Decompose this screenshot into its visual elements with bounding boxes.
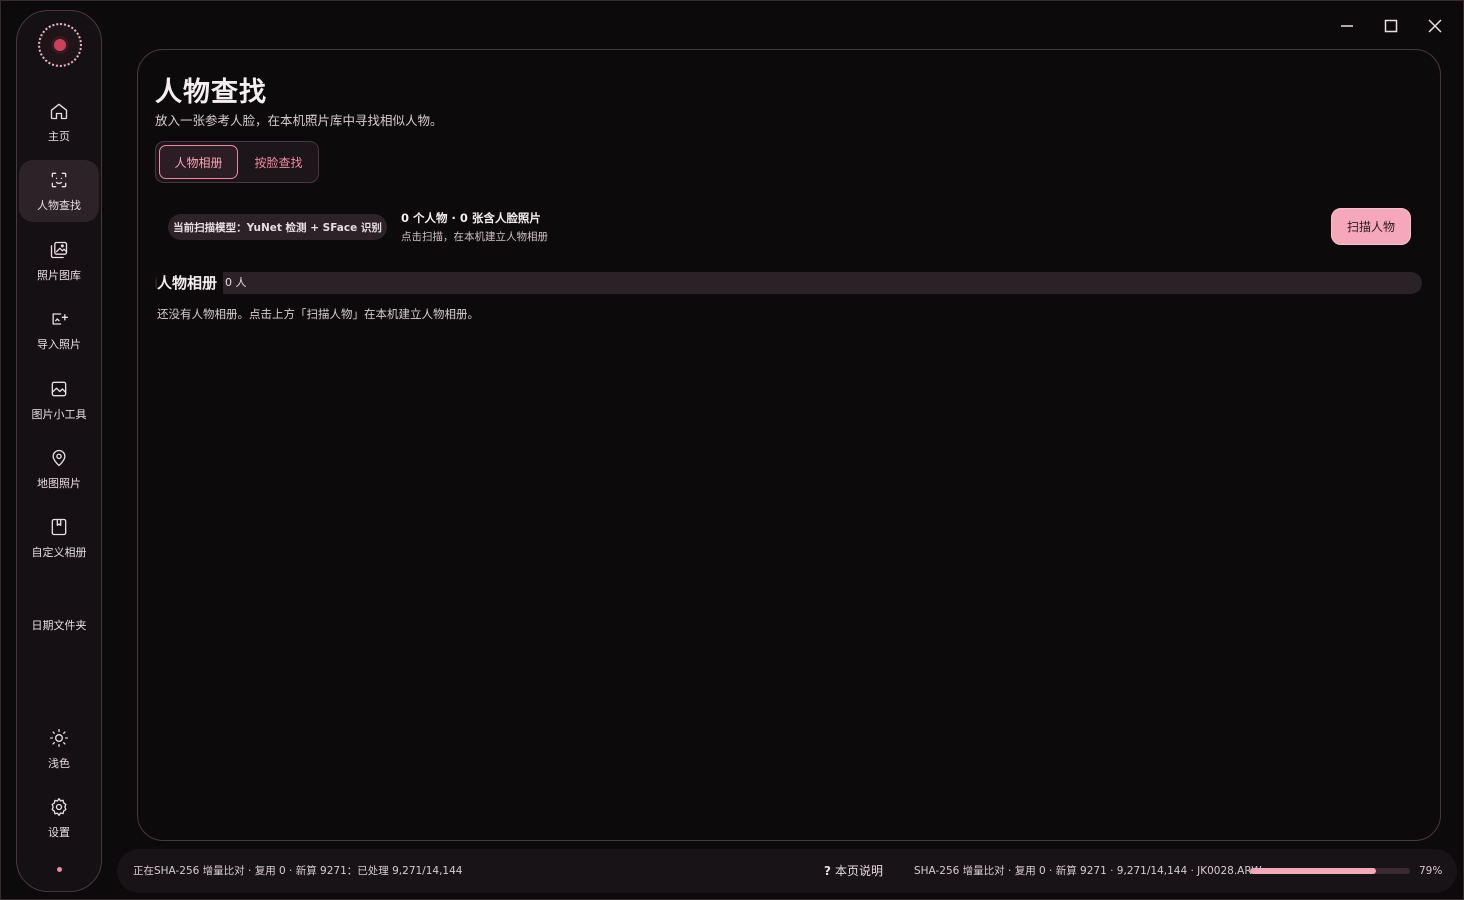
minimize-icon <box>1341 25 1353 27</box>
import-icon <box>48 308 70 330</box>
scan-model-badge: 当前扫描模型：YuNet 检测 + SFace 识别 <box>168 214 387 240</box>
sidebar-item-label: 设置 <box>48 826 70 839</box>
sidebar-item-light-theme[interactable]: 浅色 <box>19 718 99 780</box>
face-scan-icon <box>48 169 70 191</box>
album-section-title: 人物相册 <box>157 272 224 294</box>
close-icon <box>1428 19 1442 33</box>
sidebar-item-label: 图片小工具 <box>31 408 87 421</box>
sidebar-item-import[interactable]: 导入照片 <box>19 299 99 361</box>
maximize-button[interactable] <box>1378 13 1404 39</box>
status-bar: 正在SHA-256 增量比对 · 复用 0 · 新算 9271：已处理 9,27… <box>117 849 1457 893</box>
progress-percent: 79% <box>1419 865 1443 877</box>
help-label: 本页说明 <box>834 864 883 878</box>
sidebar-item-label: 日期文件夹 <box>31 619 87 632</box>
sidebar-item-map-photos[interactable]: 地图照片 <box>19 438 99 500</box>
map-pin-icon <box>48 447 70 469</box>
sidebar-item-custom-album[interactable]: 自定义相册 <box>19 507 99 569</box>
sidebar-item-label: 人物查找 <box>37 199 81 212</box>
scan-people-button[interactable]: 扫描人物 <box>1331 208 1411 245</box>
scan-stats-title: 0 个人物 · 0 张含人脸照片 <box>401 211 541 225</box>
sidebar-item-home[interactable]: 主页 <box>19 91 99 153</box>
empty-state-message: 还没有人物相册。点击上方「扫描人物」在本机建立人物相册。 <box>157 307 479 321</box>
app-window: 主页 人物查找 照片图库 导入照片 图片小工具 地图照片 自定义相册 日期文件夹… <box>0 0 1464 900</box>
scan-stats-subtitle: 点击扫描，在本机建立人物相册 <box>401 231 548 243</box>
sun-icon <box>48 727 70 749</box>
maximize-icon <box>1384 19 1398 33</box>
album-count-badge: 0 人 <box>225 276 247 289</box>
app-logo <box>38 23 82 67</box>
status-right-text: SHA-256 增量比对 · 复用 0 · 新算 9271 · 9,271/14… <box>914 865 1262 877</box>
sidebar-item-label: 自定义相册 <box>31 546 87 559</box>
view-tabs: 人物相册 按脸查找 <box>155 141 319 183</box>
page-help-link[interactable]: ? 本页说明 <box>824 849 883 893</box>
sidebar-item-label: 照片图库 <box>37 269 81 282</box>
album-icon <box>48 516 70 538</box>
progress-fill <box>1250 868 1377 874</box>
sidebar: 主页 人物查找 照片图库 导入照片 图片小工具 地图照片 自定义相册 日期文件夹… <box>16 10 102 892</box>
status-left-text: 正在SHA-256 增量比对 · 复用 0 · 新算 9271：已处理 9,27… <box>133 865 463 877</box>
sidebar-item-label: 导入照片 <box>37 338 81 351</box>
sidebar-item-label: 主页 <box>48 130 70 143</box>
tab-person-albums[interactable]: 人物相册 <box>159 145 238 179</box>
help-icon: ? <box>824 864 831 878</box>
sidebar-item-date-folders[interactable]: 日期文件夹 <box>19 594 99 656</box>
minimize-button[interactable] <box>1334 13 1360 39</box>
sidebar-item-person-search[interactable]: 人物查找 <box>19 160 99 222</box>
tab-search-by-face[interactable]: 按脸查找 <box>240 145 317 179</box>
sidebar-item-label: 浅色 <box>48 757 70 770</box>
main-panel: 人物查找 放入一张参考人脸，在本机照片库中寻找相似人物。 人物相册 按脸查找 当… <box>137 49 1441 841</box>
home-icon <box>48 100 70 122</box>
gear-icon <box>48 796 70 818</box>
image-tools-icon <box>48 378 70 400</box>
page-title: 人物查找 <box>155 77 267 108</box>
album-section-header: 人物相册 0 人 <box>155 272 1422 294</box>
sidebar-item-photo-library[interactable]: 照片图库 <box>19 230 99 292</box>
status-indicator-dot <box>57 867 62 872</box>
page-subtitle: 放入一张参考人脸，在本机照片库中寻找相似人物。 <box>155 113 443 128</box>
photo-library-icon <box>48 239 70 261</box>
sidebar-item-settings[interactable]: 设置 <box>19 787 99 849</box>
progress-bar <box>1250 868 1410 874</box>
close-button[interactable] <box>1422 13 1448 39</box>
sidebar-item-image-tools[interactable]: 图片小工具 <box>19 369 99 431</box>
sidebar-item-label: 地图照片 <box>37 477 81 490</box>
